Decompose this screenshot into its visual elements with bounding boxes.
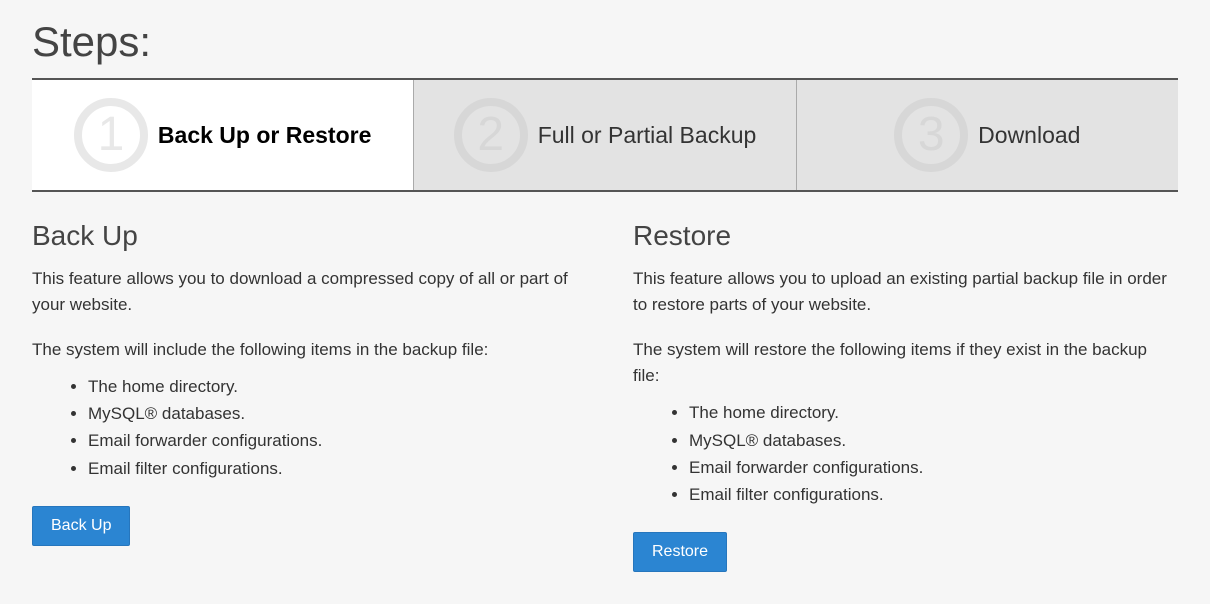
step-2-label: Full or Partial Backup bbox=[538, 122, 757, 149]
restore-title: Restore bbox=[633, 220, 1178, 252]
content-columns: Back Up This feature allows you to downl… bbox=[32, 220, 1178, 572]
steps-bar: 1 Back Up or Restore 2 Full or Partial B… bbox=[32, 78, 1178, 192]
list-item: Email forwarder configurations. bbox=[88, 427, 577, 454]
page-title: Steps: bbox=[32, 0, 1178, 78]
step-1-label: Back Up or Restore bbox=[158, 122, 371, 149]
backup-title: Back Up bbox=[32, 220, 577, 252]
restore-column: Restore This feature allows you to uploa… bbox=[633, 220, 1178, 572]
step-3-label: Download bbox=[978, 122, 1080, 149]
backup-button[interactable]: Back Up bbox=[32, 506, 130, 546]
restore-button[interactable]: Restore bbox=[633, 532, 727, 572]
list-item: Email filter configurations. bbox=[689, 481, 1178, 508]
backup-description: This feature allows you to download a co… bbox=[32, 266, 577, 319]
step-2[interactable]: 2 Full or Partial Backup bbox=[414, 80, 796, 190]
list-item: The home directory. bbox=[88, 373, 577, 400]
step-3[interactable]: 3 Download bbox=[797, 80, 1178, 190]
step-1-number-icon: 1 bbox=[74, 98, 148, 172]
restore-description: This feature allows you to upload an exi… bbox=[633, 266, 1178, 319]
list-item: MySQL® databases. bbox=[88, 400, 577, 427]
step-2-number-icon: 2 bbox=[454, 98, 528, 172]
list-item: Email filter configurations. bbox=[88, 455, 577, 482]
backup-item-list: The home directory. MySQL® databases. Em… bbox=[32, 373, 577, 482]
restore-subdescription: The system will restore the following it… bbox=[633, 337, 1178, 390]
list-item: The home directory. bbox=[689, 399, 1178, 426]
step-1[interactable]: 1 Back Up or Restore bbox=[32, 80, 414, 190]
backup-column: Back Up This feature allows you to downl… bbox=[32, 220, 577, 572]
list-item: MySQL® databases. bbox=[689, 427, 1178, 454]
list-item: Email forwarder configurations. bbox=[689, 454, 1178, 481]
restore-item-list: The home directory. MySQL® databases. Em… bbox=[633, 399, 1178, 508]
step-3-number-icon: 3 bbox=[894, 98, 968, 172]
backup-subdescription: The system will include the following it… bbox=[32, 337, 577, 363]
